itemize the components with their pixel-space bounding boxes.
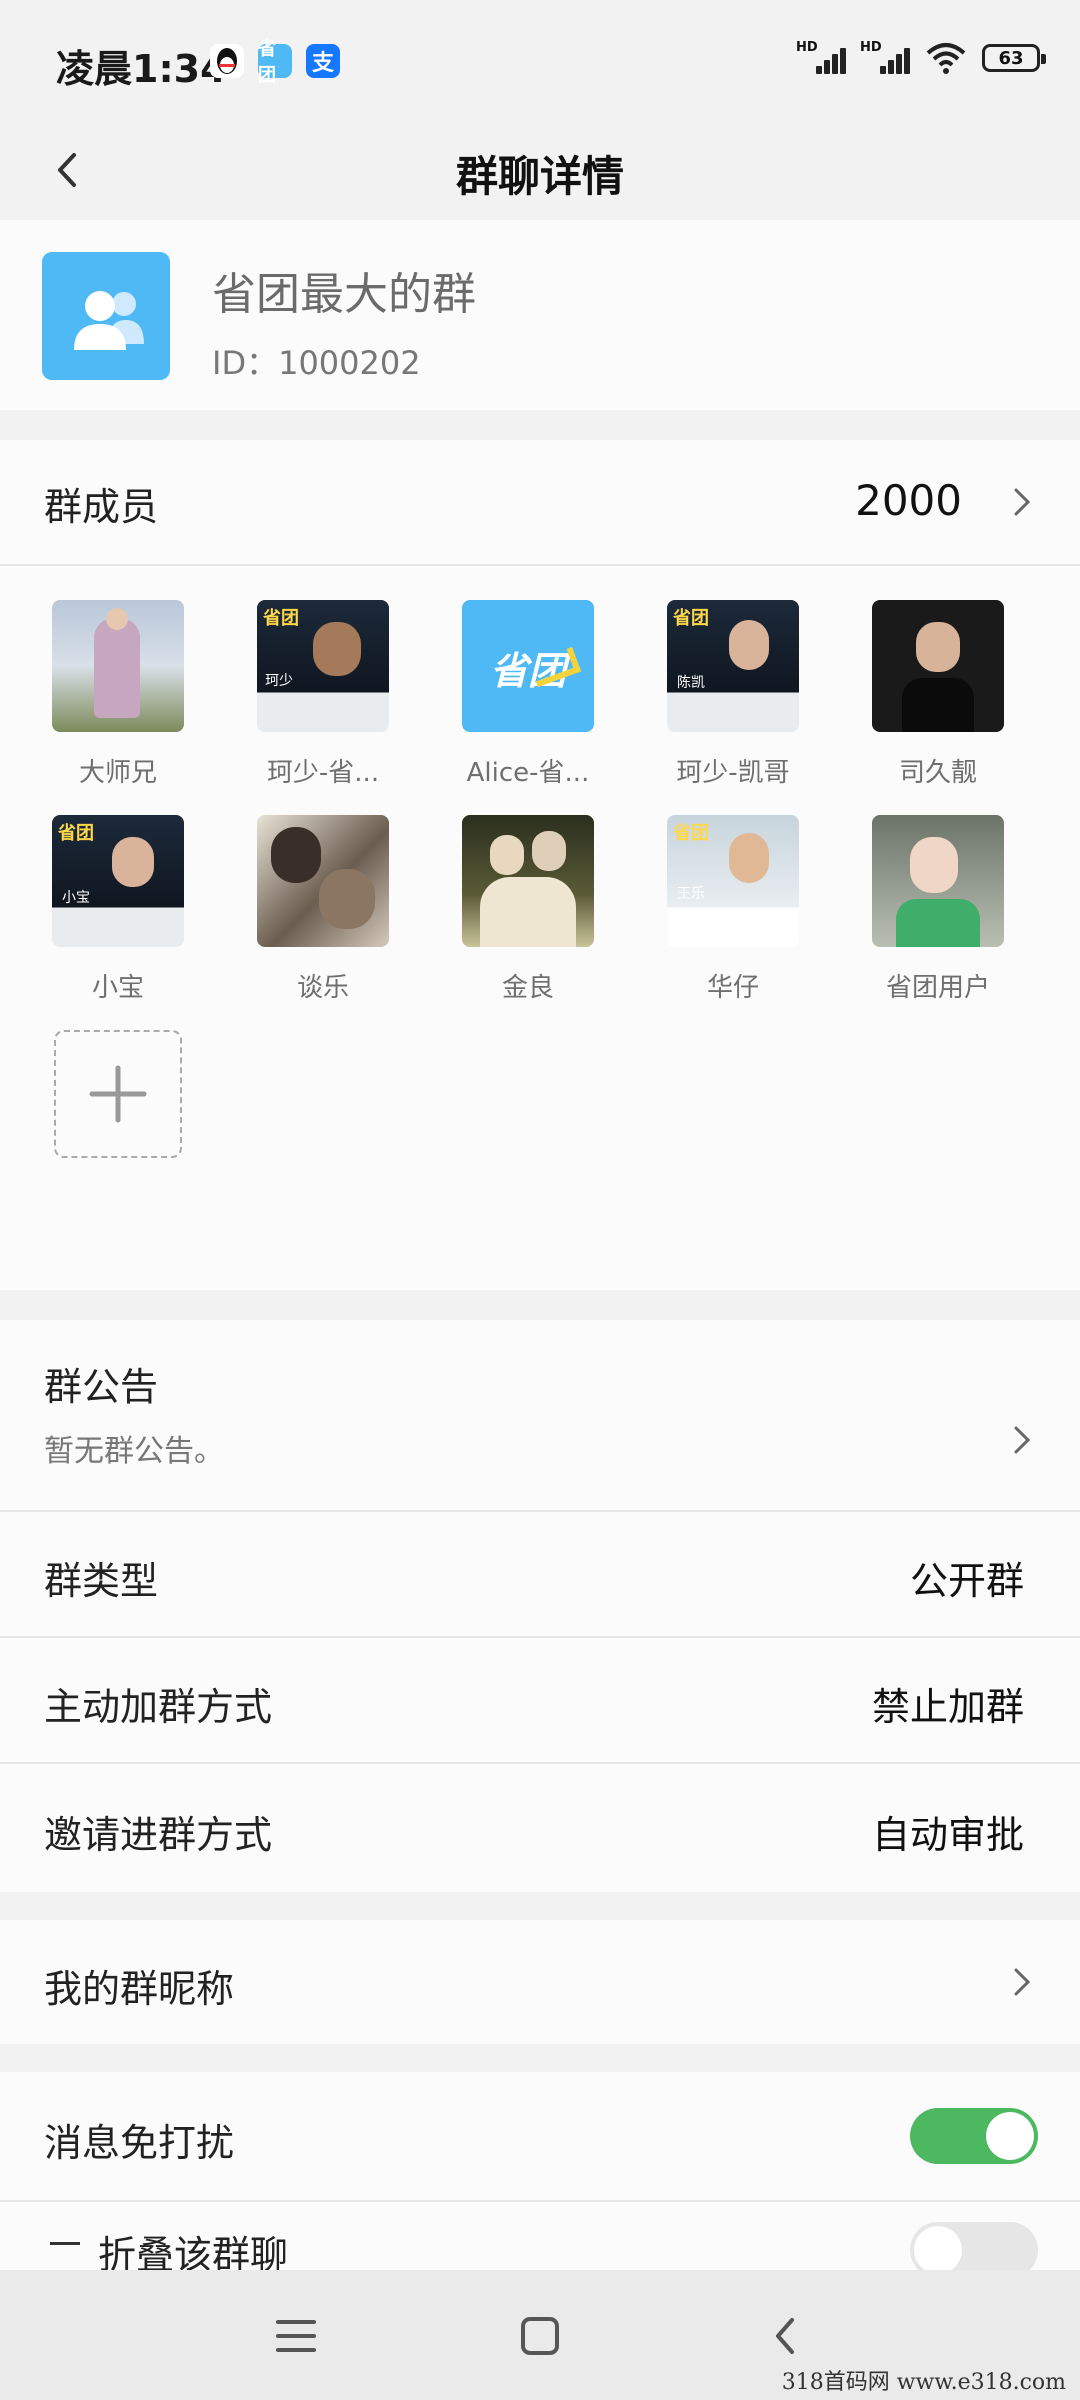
member-avatar <box>872 815 1004 947</box>
members-card: 群成员 2000 大师兄 省团 珂少 珂少-省... 省团 Alice-省...… <box>0 440 1080 1290</box>
system-nav-bar: 318首码网 www.e318.com <box>0 2270 1080 2400</box>
home-icon[interactable] <box>520 2316 560 2356</box>
member-name: 珂少-省... <box>266 758 380 788</box>
group-users-icon <box>74 291 144 350</box>
member-name: 省团用户 <box>885 973 990 1003</box>
menu-icon[interactable] <box>276 2318 316 2354</box>
minus-icon <box>50 2242 80 2245</box>
status-indicators: HD HD 63 <box>796 40 1046 76</box>
mute-toggle[interactable] <box>910 2108 1038 2164</box>
member-item[interactable]: 省团用户 <box>848 815 1028 1004</box>
member-avatar: 省团 小宝 <box>52 815 184 947</box>
member-avatar: 省团 陈凯 <box>667 600 799 732</box>
members-title: 群成员 <box>44 485 159 529</box>
signal-icon: HD <box>796 40 846 76</box>
invite-method-value: 自动审批 <box>871 1813 1024 1857</box>
announcement-text: 暂无群公告。 <box>44 1434 224 1469</box>
member-item[interactable]: 司久靓 <box>848 600 1028 789</box>
member-name: 珂少-凯哥 <box>676 758 790 788</box>
mute-title: 消息免打扰 <box>44 2121 235 2165</box>
member-avatar <box>52 600 184 732</box>
announcement-title: 群公告 <box>44 1365 159 1409</box>
member-avatar <box>462 815 594 947</box>
group-name: 省团最大的群 <box>212 269 476 320</box>
group-type-row[interactable]: 群类型 公开群 <box>0 1512 1080 1636</box>
chevron-right-icon <box>1014 1426 1031 1454</box>
join-method-row[interactable]: 主动加群方式 禁止加群 <box>0 1638 1080 1762</box>
join-method-value: 禁止加群 <box>871 1685 1024 1729</box>
fold-toggle[interactable] <box>910 2222 1038 2270</box>
divider <box>0 564 1080 566</box>
member-avatar <box>872 600 1004 732</box>
status-time: 凌晨1:34 <box>56 47 227 91</box>
header: 群聊详情 <box>0 125 1080 220</box>
qq-icon <box>210 44 244 78</box>
member-item[interactable]: 省团 王乐 华仔 <box>643 815 823 1004</box>
member-name: 华仔 <box>706 973 759 1003</box>
member-item[interactable]: 大师兄 <box>28 600 208 789</box>
group-avatar <box>42 252 170 380</box>
mute-row: 消息免打扰 <box>0 2072 1080 2200</box>
toggle-knob <box>986 2112 1034 2160</box>
group-id: ID：1000202 <box>212 344 421 382</box>
member-name: 小宝 <box>91 973 144 1003</box>
invite-method-row[interactable]: 邀请进群方式 自动审批 <box>0 1764 1080 1892</box>
member-name: 谈乐 <box>296 973 349 1003</box>
shengtuan-app-icon: 省团 <box>258 39 292 86</box>
alipay-icon: 支 <box>306 44 340 78</box>
wifi-icon <box>926 43 966 74</box>
group-type-value: 公开群 <box>909 1559 1024 1603</box>
member-name: 司久靓 <box>898 758 977 788</box>
plus-icon <box>89 1065 147 1123</box>
back-nav-icon[interactable] <box>770 2316 800 2356</box>
toggle-knob <box>914 2226 962 2270</box>
member-item[interactable]: 省团 珂少 珂少-省... <box>233 600 413 789</box>
nickname-title: 我的群昵称 <box>44 1967 235 2011</box>
member-item[interactable]: 谈乐 <box>233 815 413 1004</box>
group-settings-card: 群公告 暂无群公告。 群类型 公开群 主动加群方式 禁止加群 邀请进群方式 自动… <box>0 1320 1080 1892</box>
group-type-title: 群类型 <box>44 1559 159 1603</box>
signal-icon: HD <box>860 40 910 76</box>
member-item[interactable]: 省团 Alice-省... <box>438 600 618 789</box>
member-name: Alice-省... <box>466 758 590 788</box>
add-member-button[interactable] <box>54 1030 182 1158</box>
join-method-title: 主动加群方式 <box>44 1685 273 1729</box>
member-name: 金良 <box>501 973 554 1003</box>
chevron-right-icon <box>1014 488 1031 516</box>
members-count: 2000 <box>855 476 962 525</box>
battery-icon: 63 <box>982 44 1046 72</box>
fold-title: 折叠该群聊 <box>98 2233 289 2270</box>
member-avatar: 省团 <box>462 600 594 732</box>
member-avatar <box>257 815 389 947</box>
chevron-right-icon <box>1014 1968 1031 1996</box>
watermark-text: 318首码网 www.e318.com <box>781 2370 1066 2395</box>
nickname-row[interactable]: 我的群昵称 <box>0 1920 1080 2044</box>
member-item[interactable]: 省团 陈凯 珂少-凯哥 <box>643 600 823 789</box>
member-item[interactable]: 省团 小宝 小宝 <box>28 815 208 1004</box>
group-info-card: 省团最大的群 ID：1000202 <box>0 220 1080 410</box>
member-name: 大师兄 <box>78 758 157 788</box>
invite-method-title: 邀请进群方式 <box>44 1813 273 1857</box>
members-header-row[interactable]: 群成员 2000 <box>0 440 1080 564</box>
page-title: 群聊详情 <box>455 152 624 201</box>
member-avatar: 省团 珂少 <box>257 600 389 732</box>
member-avatar: 省团 王乐 <box>667 815 799 947</box>
announcement-row[interactable]: 群公告 暂无群公告。 <box>0 1320 1080 1510</box>
fold-row: 折叠该群聊 <box>0 2202 1080 2270</box>
member-item[interactable]: 金良 <box>438 815 618 1004</box>
chat-options-card: 消息免打扰 折叠该群聊 <box>0 2072 1080 2270</box>
status-bar: 凌晨1:34 省团 支 HD HD 63 <box>0 0 1080 125</box>
